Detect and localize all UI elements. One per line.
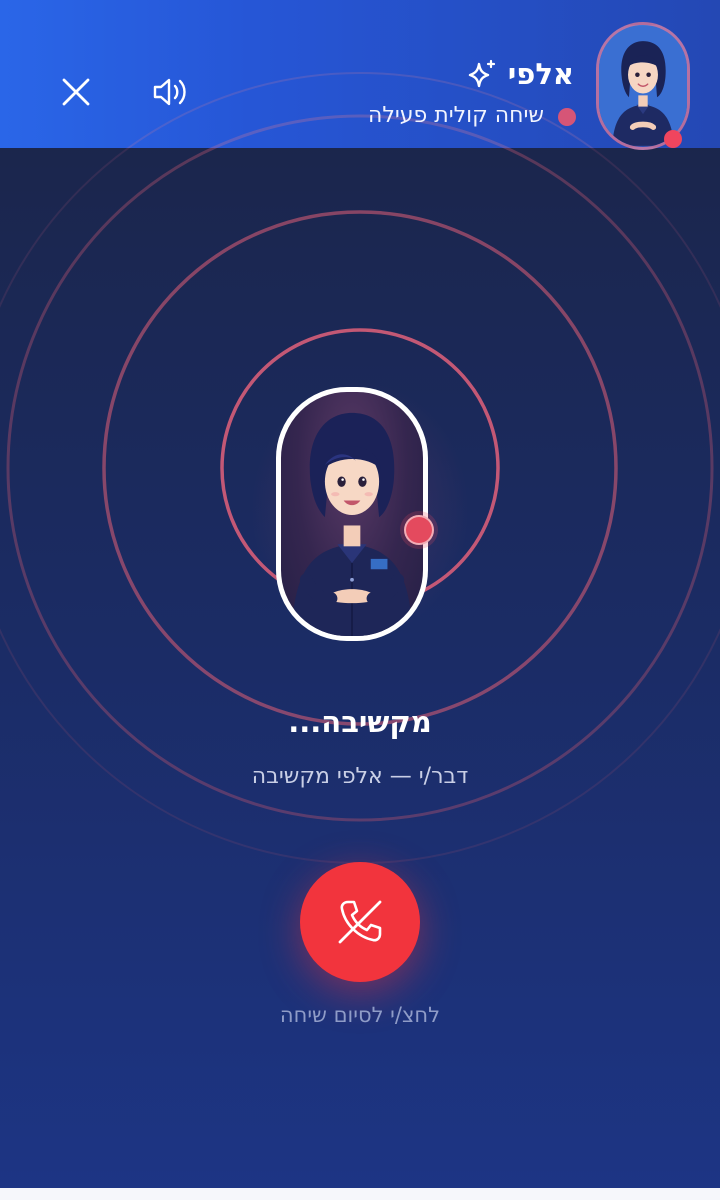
- voice-call-screen: אלפי שיחה קולית פעילה מקשיבה... דבר/י — …: [0, 0, 720, 1188]
- end-call-hint: לחצ/י לסיום שיחה: [279, 1003, 441, 1027]
- call-state-title: מקשיבה...: [288, 705, 432, 739]
- call-state-subtitle: דבר/י — אלפי מקשיבה: [251, 764, 469, 789]
- agent-portrait: [276, 387, 428, 641]
- agent-name: אלפי: [507, 57, 574, 91]
- avatar-live-dot: [664, 130, 682, 148]
- bottom-strip: [0, 1188, 720, 1200]
- sparkle-icon: [468, 59, 496, 88]
- phone-hangup-icon: [338, 900, 382, 944]
- end-call-button[interactable]: [300, 862, 420, 982]
- avatar-illustration: [599, 26, 687, 146]
- close-icon[interactable]: [60, 76, 92, 108]
- call-status-text: שיחה קולית פעילה: [367, 103, 544, 128]
- agent-portrait-illustration: [291, 412, 413, 636]
- mic-activity-indicator: [404, 515, 434, 545]
- speaker-icon[interactable]: [150, 72, 192, 112]
- status-dot: [558, 108, 576, 126]
